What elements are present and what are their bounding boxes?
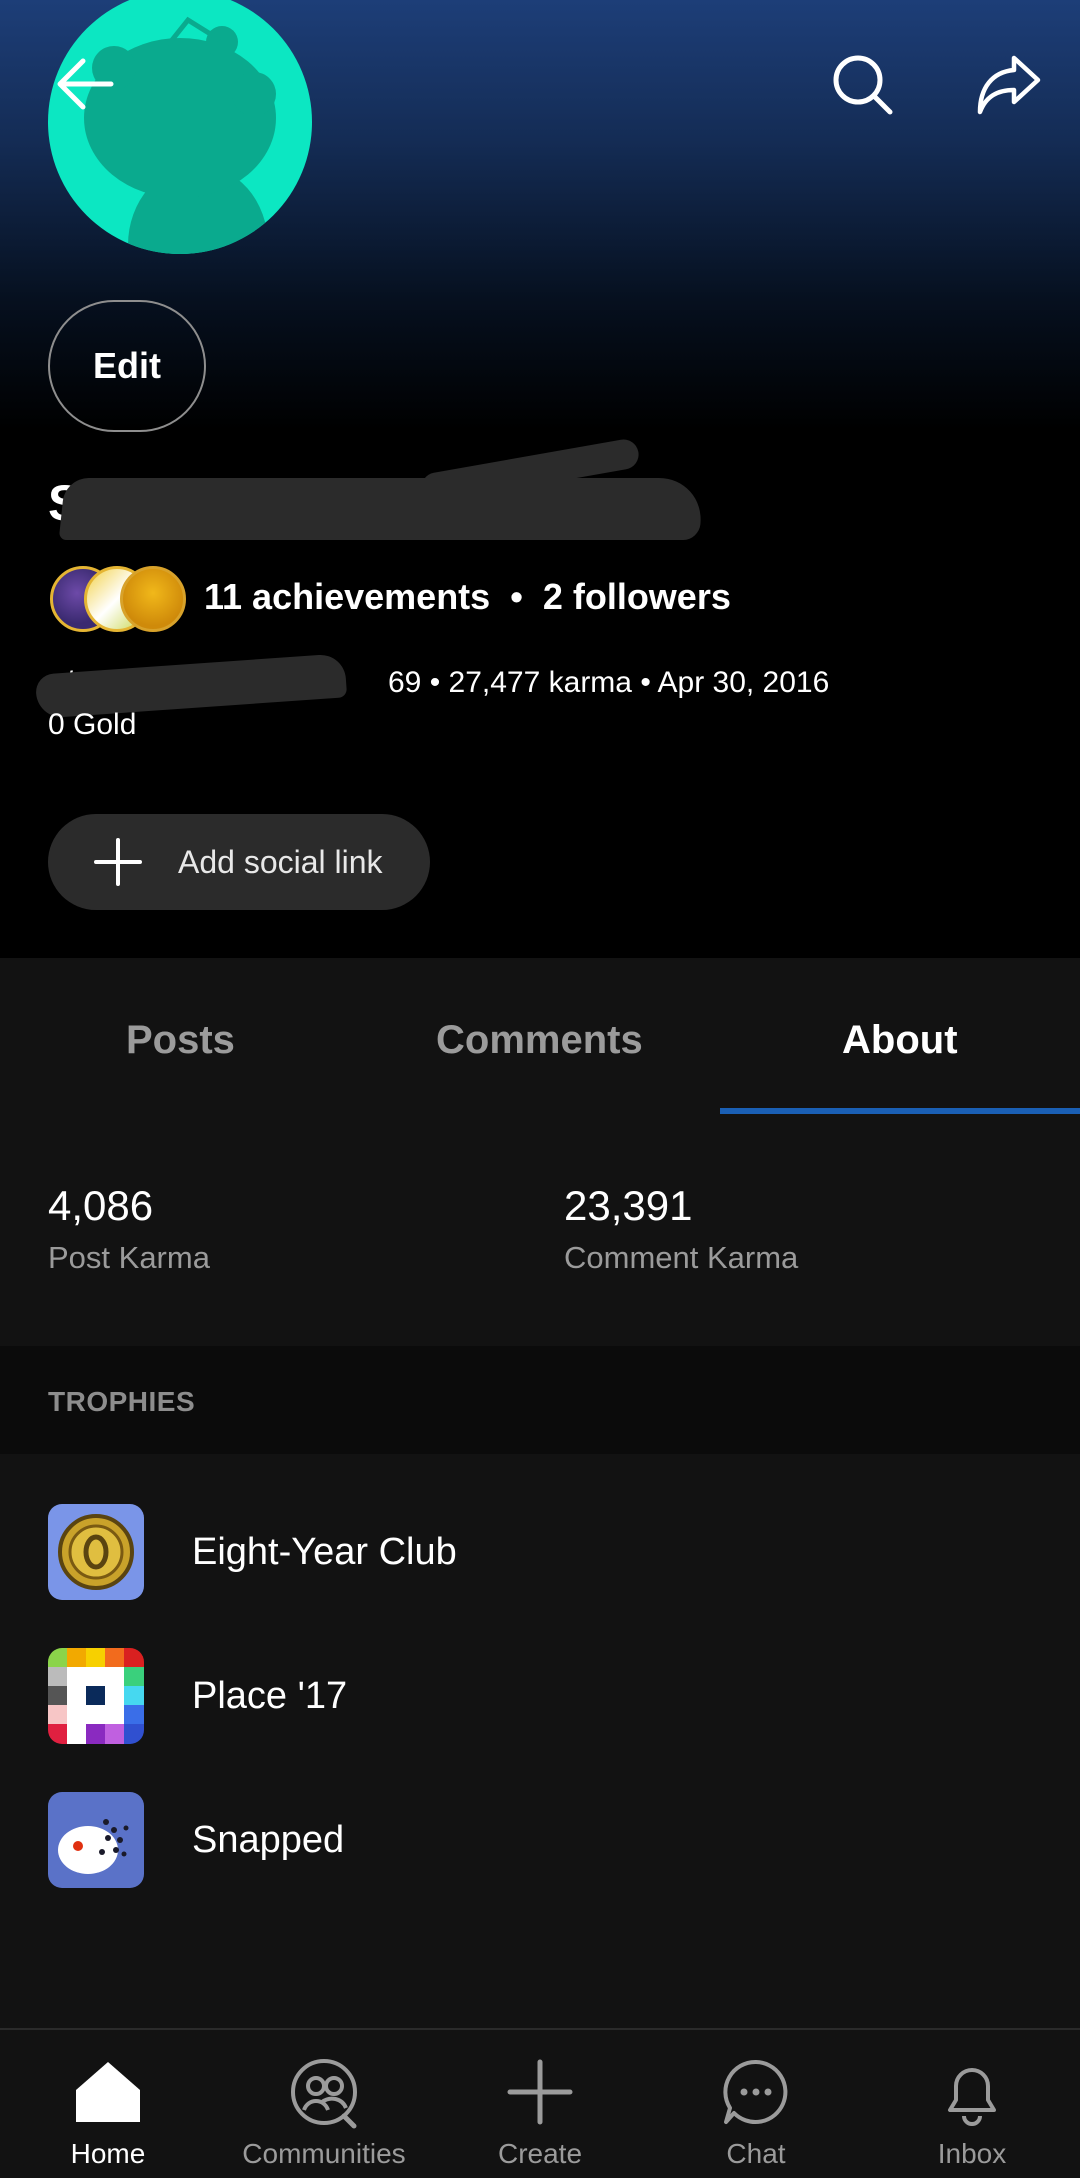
snoo-avatar-icon	[84, 16, 276, 254]
share-button[interactable]	[966, 44, 1052, 126]
karma-cake-day: 69 • 27,477 karma • Apr 30, 2016	[388, 666, 830, 699]
chat-icon	[723, 2059, 788, 2124]
search-button[interactable]	[822, 44, 904, 126]
post-karma-label: Post Karma	[48, 1240, 210, 1275]
pixel-grid-trophy-icon	[48, 1648, 144, 1744]
profile-tabs: Posts Comments About	[0, 958, 1080, 1114]
trophy-name: Place '17	[192, 1674, 348, 1717]
profile-stats: 11 achievements • 2 followers	[204, 576, 731, 618]
communities-icon	[291, 2059, 357, 2129]
profile-header: Edit S 11 achievements•2 followers u/69 …	[0, 0, 1080, 958]
nav-label: Chat	[726, 2138, 786, 2169]
edit-profile-button[interactable]: Edit	[48, 300, 206, 432]
post-karma-value: 4,086	[48, 1182, 154, 1229]
nav-label: Inbox	[937, 2138, 1007, 2169]
trophies-title: TROPHIES	[48, 1386, 196, 1417]
plus-icon	[507, 2059, 573, 2125]
nav-inbox[interactable]: Inbox	[864, 2030, 1080, 2178]
tab-posts[interactable]: Posts	[126, 1018, 235, 1063]
search-icon	[833, 55, 893, 115]
nav-communities[interactable]: Communities	[216, 2030, 432, 2178]
avatar[interactable]	[48, 0, 312, 254]
active-tab-indicator	[720, 1108, 1080, 1114]
nav-label: Create	[497, 2138, 583, 2169]
trophy-name: Eight-Year Club	[192, 1530, 457, 1573]
snoo-snapped-trophy-icon	[48, 1792, 144, 1888]
trophy-item[interactable]: Eight-Year Club	[48, 1504, 1048, 1600]
share-icon	[977, 55, 1041, 115]
add-social-link-button[interactable]: Add social link	[48, 814, 430, 910]
trophy-item[interactable]: Place '17	[48, 1648, 1048, 1744]
nav-home[interactable]: Home	[0, 2030, 216, 2178]
achievement-badges[interactable]	[50, 566, 190, 636]
trophy-name: Snapped	[192, 1818, 345, 1861]
plus-icon	[94, 838, 142, 886]
redaction-mark	[58, 478, 706, 540]
nav-chat[interactable]: Chat	[648, 2030, 864, 2178]
trophy-item[interactable]: Snapped	[48, 1792, 1048, 1888]
tab-about[interactable]: About	[842, 1018, 958, 1063]
separator: •	[510, 576, 523, 617]
trophies-header: TROPHIES	[0, 1346, 1080, 1454]
gold-count: 0 Gold	[48, 708, 137, 741]
nav-create[interactable]: Create	[432, 2030, 648, 2178]
achievements-link[interactable]: 11 achievements	[204, 576, 490, 617]
nav-label: Home	[70, 2138, 146, 2169]
home-icon	[76, 2062, 140, 2122]
bell-icon	[948, 2068, 996, 2126]
bottom-navigation: Home Communities Create Chat Inbox	[0, 2028, 1080, 2176]
back-arrow-icon	[57, 58, 114, 110]
followers-link[interactable]: 2 followers	[543, 576, 731, 617]
add-social-link-label: Add social link	[178, 843, 383, 880]
comment-karma-value: 23,391	[564, 1182, 693, 1229]
post-karma: 4,086 Post Karma	[48, 1182, 210, 1276]
nav-label: Communities	[242, 2138, 406, 2169]
tab-comments[interactable]: Comments	[436, 1018, 643, 1063]
coin-trophy-icon	[48, 1504, 144, 1600]
achievement-badge-icon	[120, 566, 186, 632]
back-button[interactable]	[50, 44, 120, 124]
comment-karma-label: Comment Karma	[564, 1240, 799, 1275]
comment-karma: 23,391 Comment Karma	[564, 1182, 798, 1276]
